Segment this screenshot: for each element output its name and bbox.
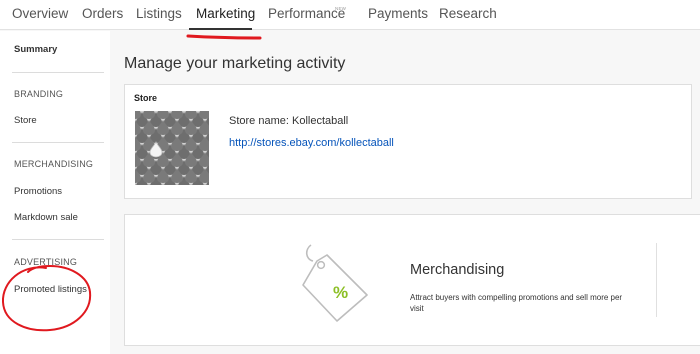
price-tag-icon: % xyxy=(302,244,368,322)
tag-icon-text: % xyxy=(333,283,348,302)
tab-performance[interactable]: Performance xyxy=(268,6,345,21)
page-title: Manage your marketing activity xyxy=(124,55,346,72)
tab-orders[interactable]: Orders xyxy=(82,6,123,21)
store-name-label: Store name: xyxy=(229,115,289,127)
tab-listings[interactable]: Listings xyxy=(136,6,182,21)
tab-research[interactable]: Research xyxy=(439,6,497,21)
sidebar-item-promoted-listings[interactable]: Promoted listings xyxy=(14,284,87,295)
sidebar: Summary BRANDING Store MERCHANDISING Pro… xyxy=(0,31,110,354)
sidebar-heading-merchandising: MERCHANDISING xyxy=(14,159,94,169)
sidebar-divider xyxy=(12,239,104,240)
tab-overview[interactable]: Overview xyxy=(12,6,68,21)
store-card-heading: Store xyxy=(134,93,158,103)
merchandising-description: Attract buyers with compelling promotion… xyxy=(410,293,623,313)
store-url-link[interactable]: http://stores.ebay.com/kollectaball xyxy=(229,137,394,149)
store-name-value: Kollectaball xyxy=(291,115,349,127)
merchandising-card[interactable]: % Merchandising Attract buyers with comp… xyxy=(124,214,700,346)
card-separator xyxy=(656,243,657,317)
sidebar-heading-branding: BRANDING xyxy=(14,89,64,99)
merchandising-title: Merchandising xyxy=(410,262,505,278)
sidebar-item-promotions[interactable]: Promotions xyxy=(14,186,62,197)
sidebar-item-store[interactable]: Store xyxy=(14,115,37,126)
sidebar-item-markdown-sale[interactable]: Markdown sale xyxy=(14,212,78,223)
tab-payments[interactable]: Payments xyxy=(368,6,428,21)
tab-marketing[interactable]: Marketing xyxy=(196,6,255,21)
sidebar-divider xyxy=(12,72,104,73)
top-navigation: Overview Orders Listings Marketing Perfo… xyxy=(0,0,700,30)
store-card: Store Store name: Kollectaball http://st… xyxy=(124,84,692,199)
sidebar-item-summary[interactable]: Summary xyxy=(14,44,57,55)
active-tab-underline xyxy=(189,28,252,30)
sidebar-heading-advertising: ADVERTISING xyxy=(14,257,78,267)
store-logo-image xyxy=(135,111,209,185)
store-name-row: Store name: Kollectaball xyxy=(229,115,348,127)
red-underline-mark xyxy=(186,34,262,40)
new-badge: NEW xyxy=(335,6,347,11)
sidebar-divider xyxy=(12,142,104,143)
